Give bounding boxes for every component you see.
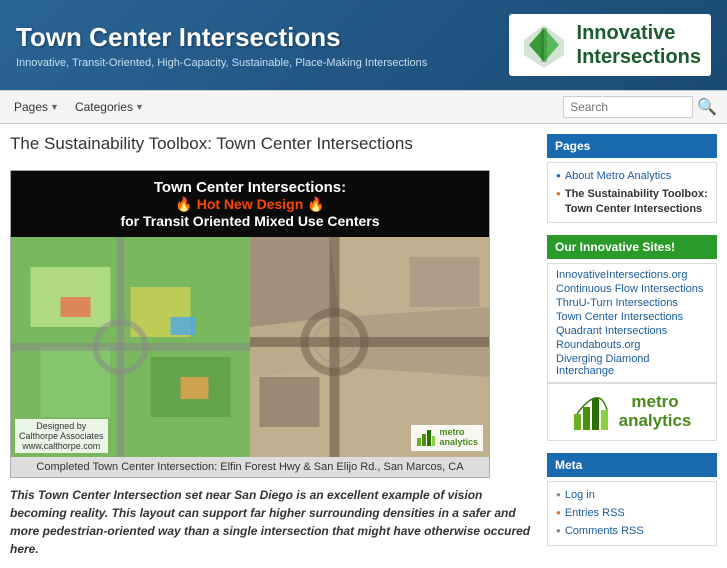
sidebar: Pages ● About Metro Analytics ● The Sust… — [547, 134, 717, 558]
list-item: ● The Sustainability Toolbox: Town Cente… — [556, 185, 708, 218]
meta-comments-rss[interactable]: Comments RSS — [565, 524, 644, 538]
pages-arrow: ▼ — [50, 102, 59, 112]
metro-text-line1: metro — [619, 393, 692, 412]
categories-arrow: ▼ — [135, 102, 144, 112]
sidebar-innovative-list: InnovativeIntersections.org Continuous F… — [547, 263, 717, 383]
right-logo: metroanalytics — [411, 425, 483, 451]
content-area: The Sustainability Toolbox: Town Center … — [10, 134, 547, 558]
metro-analytics-logo: metro analytics — [556, 392, 708, 432]
main-layout: The Sustainability Toolbox: Town Center … — [0, 124, 727, 568]
logo-line2: Intersections — [577, 45, 701, 69]
bullet-icon: ● — [556, 189, 561, 198]
image-caption: Completed Town Center Intersection: Elfi… — [11, 457, 489, 477]
navbar: Pages ▼ Categories ▼ 🔍 — [0, 90, 727, 124]
list-item: ● About Metro Analytics — [556, 167, 708, 185]
metro-analytics-text: metro analytics — [619, 393, 692, 430]
search-button[interactable]: 🔍 — [697, 97, 717, 117]
hot-new-design-line: 🔥 Hot New Design 🔥 — [19, 196, 481, 213]
article-overlay-title: Town Center Intersections: 🔥 Hot New Des… — [11, 171, 489, 237]
site-tagline: Innovative, Transit-Oriented, High-Capac… — [16, 57, 427, 69]
sidebar-innovative-section: Our Innovative Sites! InnovativeIntersec… — [547, 235, 717, 441]
bullet-icon: ● — [556, 171, 561, 180]
image-row: Designed by Calthorpe Associates www.cal… — [11, 237, 489, 457]
list-item: ● Comments RSS — [556, 522, 708, 540]
categories-nav[interactable]: Categories ▼ — [71, 98, 148, 116]
sidebar-meta-list: ● Log in ● Entries RSS ● Comments RSS — [547, 481, 717, 546]
list-item[interactable]: Town Center Intersections — [556, 310, 708, 324]
list-item: ● Log in — [556, 486, 708, 504]
search-area: 🔍 — [563, 96, 717, 118]
meta-entries-rss[interactable]: Entries RSS — [565, 506, 625, 520]
nav-items: Pages ▼ Categories ▼ — [10, 98, 148, 116]
list-item[interactable]: Quadrant Intersections — [556, 324, 708, 338]
list-item: ● Entries RSS — [556, 504, 708, 522]
list-item[interactable]: Roundabouts.org — [556, 338, 708, 352]
bullet-icon: ● — [556, 526, 561, 535]
article-subtitle-line: for Transit Oriented Mixed Use Centers — [19, 213, 481, 229]
left-caption-line1: Designed by — [19, 421, 104, 431]
list-item[interactable]: InnovativeIntersections.org — [556, 268, 708, 282]
site-header: Town Center Intersections Innovative, Tr… — [0, 0, 727, 90]
article-title-line1: Town Center Intersections: — [19, 179, 481, 196]
page-title: The Sustainability Toolbox: Town Center … — [10, 134, 532, 158]
bullet-icon: ● — [556, 490, 561, 499]
pages-label: Pages — [14, 100, 48, 114]
list-item[interactable]: Diverging Diamond Interchange — [556, 352, 708, 378]
article-image-box: Town Center Intersections: 🔥 Hot New Des… — [10, 170, 490, 478]
left-image-caption: Designed by Calthorpe Associates www.cal… — [15, 419, 108, 453]
search-input[interactable] — [563, 96, 693, 118]
logo-icon — [519, 20, 569, 70]
sidebar-innovative-title: Our Innovative Sites! — [547, 235, 717, 259]
sidebar-pages-title: Pages — [547, 134, 717, 158]
metro-text-line2: analytics — [619, 412, 692, 431]
metro-analytics-small-icon — [416, 428, 436, 448]
sidebar-pages-section: Pages ● About Metro Analytics ● The Sust… — [547, 134, 717, 223]
metro-logo-text: metroanalytics — [439, 428, 478, 448]
sidebar-pages-list: ● About Metro Analytics ● The Sustainabi… — [547, 162, 717, 223]
logo-area: Innovative Intersections — [509, 14, 711, 76]
sidebar-meta-title: Meta — [547, 453, 717, 477]
metro-analytics-icon — [573, 392, 613, 432]
list-item[interactable]: ThruU-Turn Intersections — [556, 296, 708, 310]
logo-text: Innovative Intersections — [577, 21, 701, 69]
categories-label: Categories — [75, 100, 133, 114]
sidebar-meta-section: Meta ● Log in ● Entries RSS ● Comments R… — [547, 453, 717, 546]
list-item[interactable]: Continuous Flow Intersections — [556, 282, 708, 296]
article-description: This Town Center Intersection set near S… — [10, 486, 532, 558]
sidebar-link-about[interactable]: About Metro Analytics — [565, 169, 671, 183]
logo-line1: Innovative — [577, 21, 701, 45]
metro-analytics-section: metro analytics — [547, 383, 717, 441]
site-branding: Town Center Intersections Innovative, Tr… — [16, 22, 427, 69]
left-caption-line3: www.calthorpe.com — [19, 441, 104, 451]
right-aerial-image: metroanalytics — [250, 237, 489, 457]
left-aerial-image: Designed by Calthorpe Associates www.cal… — [11, 237, 250, 457]
pages-nav[interactable]: Pages ▼ — [10, 98, 63, 116]
site-title: Town Center Intersections — [16, 22, 427, 53]
left-caption-line2: Calthorpe Associates — [19, 431, 104, 441]
bullet-icon: ● — [556, 508, 561, 517]
sidebar-link-toolbox[interactable]: The Sustainability Toolbox: Town Center … — [565, 187, 708, 216]
meta-login[interactable]: Log in — [565, 488, 595, 502]
